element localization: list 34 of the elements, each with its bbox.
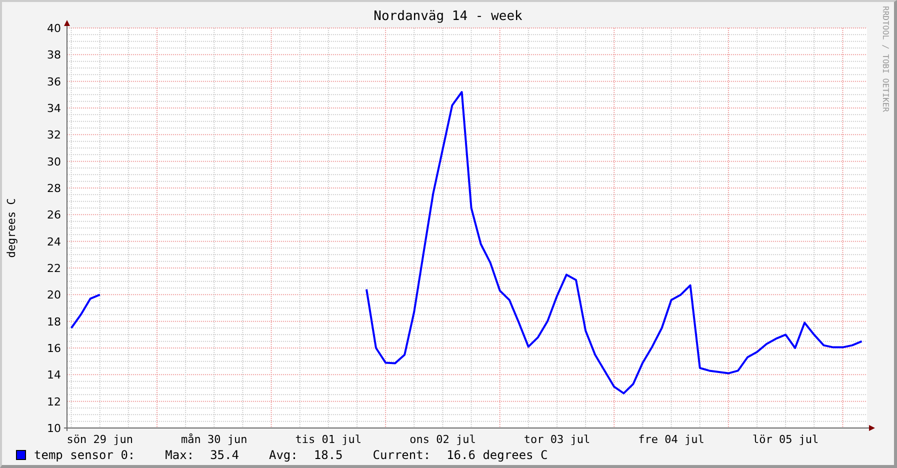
- y-tick-label: 20: [47, 288, 61, 302]
- y-tick-label: 26: [47, 208, 61, 222]
- x-tick-label: mån 30 jun: [181, 433, 248, 445]
- y-tick-label: 30: [47, 155, 61, 168]
- legend-stat-value: 16.6 degrees C: [446, 447, 548, 464]
- axis-label: degrees C: [5, 198, 18, 258]
- legend-stat-value: 18.5: [314, 447, 343, 464]
- y-tick-label: 22: [47, 262, 61, 275]
- legend-stat-label: Avg:: [268, 447, 298, 464]
- y-tick-label: 10: [47, 422, 61, 435]
- y-tick-label: 12: [47, 395, 61, 408]
- legend-stat-label: Max:: [165, 447, 194, 464]
- y-tick-label: 40: [47, 22, 61, 35]
- credit-text: RRDTOOL / TOBI OETIKER: [881, 6, 890, 112]
- y-tick-label: 36: [47, 75, 61, 88]
- legend-stat-label: Current:: [372, 447, 431, 464]
- x-tick-label: sön 29 jun: [66, 433, 133, 445]
- x-tick-label: ons 02 jul: [410, 433, 476, 445]
- legend-label: temp sensor 0:: [34, 447, 136, 464]
- y-tick-label: 16: [47, 342, 61, 355]
- y-tick-label: 18: [47, 315, 61, 328]
- x-tick-label: tis 01 jul: [295, 433, 362, 445]
- legend-swatch: [16, 450, 26, 460]
- y-tick-label: 24: [47, 235, 61, 248]
- y-tick-label: 34: [47, 102, 61, 115]
- y-tick-label: 28: [47, 182, 61, 195]
- y-tick-label: 32: [47, 128, 61, 142]
- legend-stat-value: 35.4: [210, 447, 239, 464]
- y-tick-label: 38: [47, 48, 61, 62]
- x-tick-label: fre 04 jul: [638, 433, 704, 445]
- y-tick-label: 14: [47, 368, 61, 382]
- x-tick-label: lör 05 jul: [752, 433, 819, 445]
- chart-title: Nordanväg 14 - week: [374, 9, 522, 24]
- x-tick-label: tor 03 jul: [524, 433, 590, 445]
